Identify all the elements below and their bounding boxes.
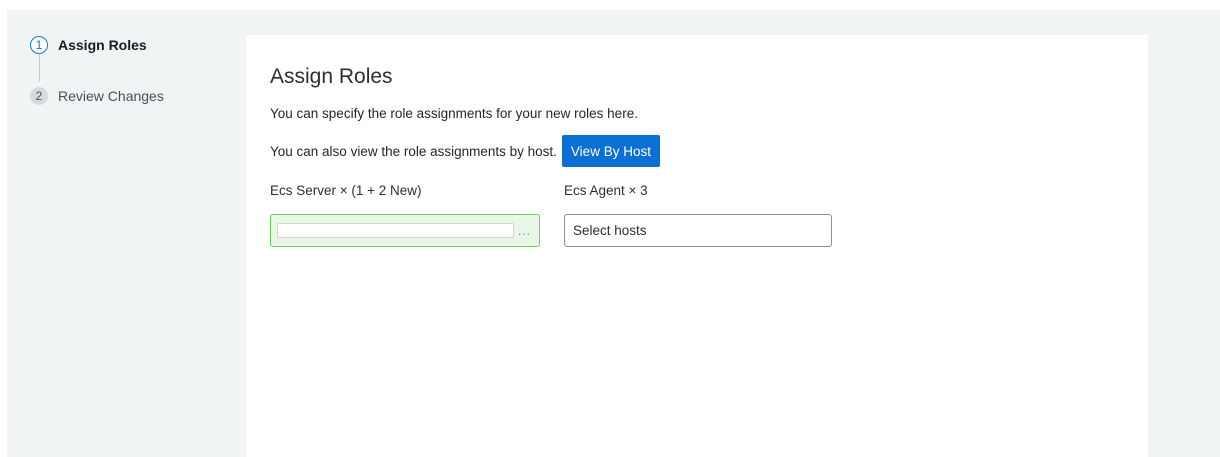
step-review-changes[interactable]: 2 Review Changes (30, 85, 240, 107)
main-panel: Assign Roles You can specify the role as… (246, 35, 1148, 457)
role-label: Ecs Server × (1 + 2 New) (270, 183, 422, 198)
page-title: Assign Roles (270, 65, 393, 88)
view-by-host-button[interactable]: View By Host (561, 135, 660, 167)
role-ecs-agent: Ecs Agent × 3 Select hosts (564, 183, 832, 247)
step-number: 2 (30, 87, 48, 105)
ecs-server-hosts-field[interactable]: ... (270, 214, 540, 247)
role-ecs-server: Ecs Server × (1 + 2 New) ... (270, 183, 540, 247)
view-by-host-text: You can also view the role assignments b… (270, 143, 557, 159)
step-number: 1 (30, 36, 48, 54)
step-assign-roles[interactable]: 1 Assign Roles (30, 34, 240, 56)
wizard-steps: 1 Assign Roles 2 Review Changes (30, 34, 240, 107)
ecs-agent-select-hosts-field[interactable]: Select hosts (564, 214, 832, 247)
assigned-hosts-bar (277, 223, 514, 238)
view-by-host-row: You can also view the role assignments b… (270, 135, 660, 167)
step-label: Review Changes (58, 88, 164, 104)
select-hosts-placeholder: Select hosts (573, 223, 647, 238)
description-text: You can specify the role assignments for… (270, 106, 638, 121)
app-container: 1 Assign Roles 2 Review Changes Assign R… (7, 10, 1220, 457)
step-connector (38, 54, 40, 82)
step-label: Assign Roles (58, 37, 147, 53)
role-label: Ecs Agent × 3 (564, 183, 648, 198)
more-hosts-ellipsis: ... (517, 224, 531, 238)
